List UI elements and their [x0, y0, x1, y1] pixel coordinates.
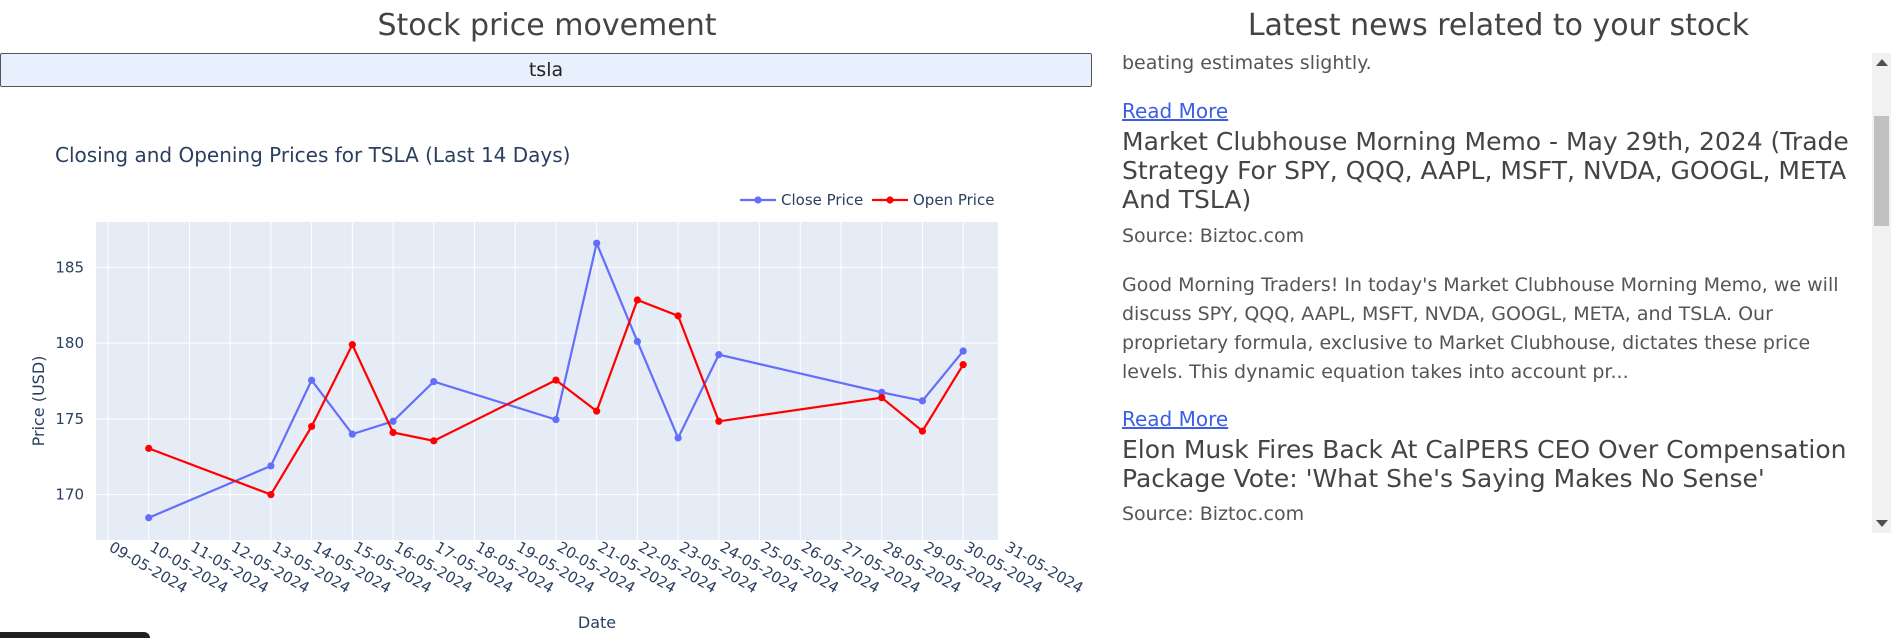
data-point: [430, 378, 438, 386]
price-chart[interactable]: 09-05-202410-05-202411-05-202412-05-2024…: [0, 120, 1094, 638]
read-more-link[interactable]: Read More: [1122, 99, 1228, 123]
data-point: [552, 416, 560, 424]
news-summary: Good Morning Traders! In today's Market …: [1122, 274, 1839, 383]
news-panel: Latest news related to your stock beatin…: [1106, 0, 1891, 638]
data-point: [959, 361, 967, 369]
data-point: [267, 462, 275, 470]
data-point: [593, 239, 601, 247]
y-tick-label: 170: [55, 486, 84, 504]
ticker-input[interactable]: [0, 53, 1092, 87]
data-point: [918, 397, 927, 405]
data-point: [267, 490, 275, 499]
data-point: [674, 434, 682, 442]
data-point: [959, 347, 967, 355]
plot-area: [96, 222, 998, 540]
data-point: [389, 417, 397, 425]
scroll-down-icon[interactable]: [1876, 520, 1888, 527]
data-point: [715, 351, 723, 359]
legend-label: Open Price: [913, 191, 994, 209]
data-point: [552, 376, 560, 384]
y-tick-label: 185: [55, 258, 84, 276]
news-scrollbar[interactable]: [1872, 53, 1891, 533]
x-axis-label: Date: [578, 613, 616, 632]
legend-marker: [754, 196, 762, 204]
data-point: [715, 417, 723, 425]
news-feed[interactable]: beating estimates slightly. Read More Ma…: [1106, 53, 1871, 533]
y-axis-label: Price (USD): [29, 356, 48, 447]
data-point: [389, 428, 397, 437]
data-point: [633, 337, 641, 346]
data-point: [348, 430, 356, 438]
news-summary-fragment: beating estimates slightly.: [1122, 53, 1372, 74]
stock-panel: Stock price movement 09-05-202410-05-202…: [0, 0, 1094, 638]
data-point: [308, 422, 316, 431]
data-point: [430, 437, 438, 445]
news-headline[interactable]: Elon Musk Fires Back At CalPERS CEO Over…: [1122, 435, 1862, 493]
legend-marker: [886, 196, 894, 204]
data-point: [593, 407, 601, 415]
data-point: [674, 312, 682, 320]
legend-label: Close Price: [781, 191, 863, 209]
data-point: [145, 514, 153, 522]
data-point: [918, 427, 927, 435]
data-point: [878, 394, 886, 402]
data-point: [348, 341, 356, 349]
stock-panel-title: Stock price movement: [377, 8, 717, 43]
y-tick-label: 175: [55, 410, 84, 428]
data-point: [145, 444, 153, 452]
y-tick-label: 180: [55, 334, 84, 352]
scroll-up-icon[interactable]: [1876, 59, 1888, 66]
scroll-thumb[interactable]: [1874, 116, 1889, 226]
taskbar-fragment: [0, 632, 150, 638]
news-headline[interactable]: Market Clubhouse Morning Memo - May 29th…: [1122, 127, 1862, 214]
news-source: Source: Biztoc.com: [1122, 225, 1305, 247]
news-source: Source: Biztoc.com: [1122, 503, 1305, 525]
read-more-link[interactable]: Read More: [1122, 407, 1228, 431]
data-point: [308, 376, 316, 384]
data-point: [633, 296, 641, 304]
chart-title: Closing and Opening Prices for TSLA (Las…: [55, 143, 570, 167]
news-panel-title: Latest news related to your stock: [1247, 8, 1750, 43]
